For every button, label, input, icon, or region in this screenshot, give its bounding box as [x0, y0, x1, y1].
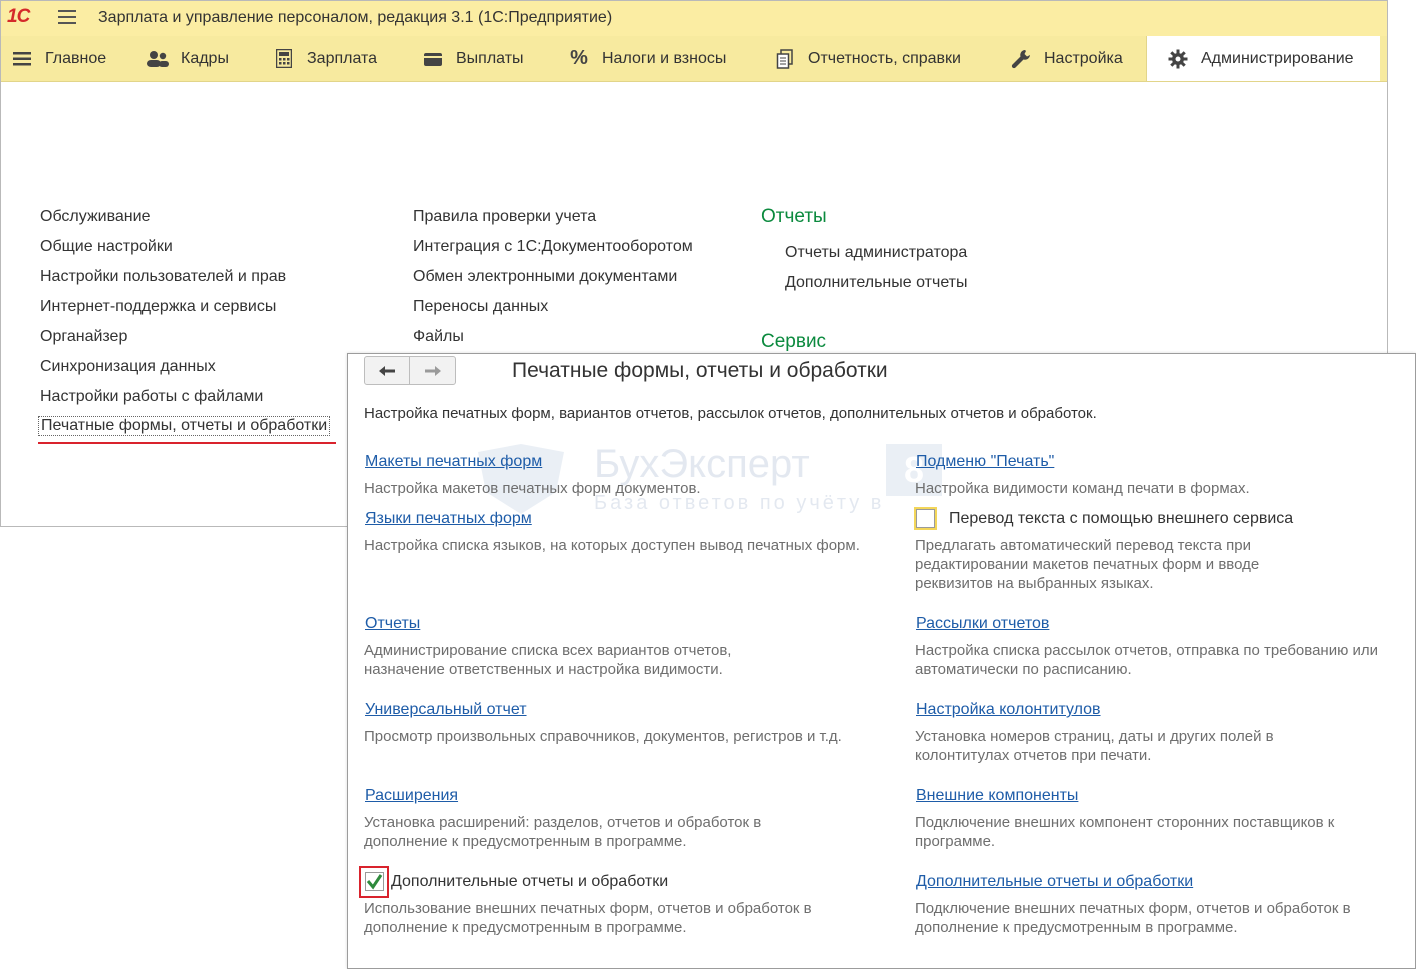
reports-heading: Отчеты — [761, 206, 827, 227]
link-general-settings[interactable]: Общие настройки — [40, 238, 173, 256]
forward-button[interactable] — [410, 357, 455, 384]
link-edi[interactable]: Обмен электронными документами — [413, 268, 677, 286]
wrench-icon — [1008, 49, 1034, 69]
wallet-icon — [420, 49, 446, 69]
section-label: Главное — [45, 49, 107, 67]
section-label: Отчетность, справки — [808, 49, 961, 67]
desc-headers-footers: Установка номеров страниц, даты и других… — [915, 728, 1274, 764]
section-label: Зарплата — [307, 49, 378, 67]
section-administration[interactable]: Администрирование — [1146, 36, 1380, 81]
link-maintenance[interactable]: Обслуживание — [40, 208, 150, 226]
section-salary[interactable]: Зарплата — [271, 36, 377, 81]
additional-reports-checkbox-label[interactable]: Дополнительные отчеты и обработки — [391, 873, 668, 891]
desc-universal-report: Просмотр произвольных справочников, доку… — [364, 728, 842, 745]
desc-additional-reports-checkbox: Использование внешних печатных форм, отч… — [364, 900, 812, 936]
translation-service-checkbox[interactable] — [916, 509, 935, 528]
app-logo: 1С — [7, 6, 30, 27]
link-print-languages[interactable]: Языки печатных форм — [365, 510, 532, 528]
section-label: Выплаты — [456, 49, 524, 67]
section-settings[interactable]: Настройка — [1008, 36, 1123, 81]
title-bar: 1С Зарплата и управление персоналом, ред… — [1, 1, 1387, 36]
section-label: Настройка — [1044, 49, 1123, 67]
section-main[interactable]: Главное — [9, 36, 106, 81]
main-menu-icon[interactable] — [58, 10, 76, 25]
link-file-settings[interactable]: Настройки работы с файлами — [40, 388, 263, 406]
arrow-left-icon — [379, 365, 395, 376]
link-user-settings[interactable]: Настройки пользователей и прав — [40, 268, 286, 286]
app-title: Зарплата и управление персоналом, редакц… — [98, 9, 613, 26]
link-additional-reports[interactable]: Дополнительные отчеты — [785, 274, 968, 292]
link-docflow-integration[interactable]: Интеграция с 1С:Документооборотом — [413, 238, 693, 256]
link-external-components[interactable]: Внешние компоненты — [916, 787, 1078, 805]
percent-icon: % — [570, 47, 588, 69]
desc-translation-service: Предлагать автоматический перевод текста… — [915, 537, 1260, 592]
desc-external-components: Подключение внешних компонент сторонних … — [915, 814, 1335, 850]
link-report-mailings[interactable]: Рассылки отчетов — [916, 615, 1049, 633]
link-print-submenu[interactable]: Подменю "Печать" — [916, 453, 1054, 471]
section-label: Налоги и взносы — [602, 49, 727, 67]
section-reporting[interactable]: Отчетность, справки — [772, 36, 961, 81]
menu-lines-icon — [9, 49, 35, 69]
highlight-underline — [38, 442, 336, 444]
section-hr[interactable]: Кадры — [145, 36, 229, 81]
window-description: Настройка печатных форм, вариантов отчет… — [364, 405, 1097, 422]
link-universal-report[interactable]: Универсальный отчет — [365, 701, 527, 719]
documents-icon — [772, 48, 798, 69]
link-headers-footers[interactable]: Настройка колонтитулов — [916, 701, 1101, 719]
additional-reports-checkbox[interactable] — [365, 872, 384, 891]
desc-extensions: Установка расширений: разделов, отчетов … — [364, 814, 762, 850]
link-extensions[interactable]: Расширения — [365, 787, 458, 805]
calculator-icon — [271, 49, 297, 69]
people-icon — [145, 49, 171, 69]
desc-print-templates: Настройка макетов печатных форм документ… — [364, 480, 701, 497]
section-panel: Главное Кадры Зарплата Выплаты % Налоги … — [1, 36, 1387, 82]
section-label: Кадры — [181, 49, 229, 67]
desc-additional-reports-processing: Подключение внешних печатных форм, отчет… — [915, 900, 1351, 936]
link-accounting-check-rules[interactable]: Правила проверки учета — [413, 208, 596, 226]
desc-report-mailings: Настройка списка рассылок отчетов, отпра… — [915, 642, 1379, 678]
desc-print-submenu: Настройка видимости команд печати в форм… — [915, 480, 1250, 497]
link-print-forms-reports[interactable]: Печатные формы, отчеты и обработки — [38, 416, 331, 436]
link-data-transfers[interactable]: Переносы данных — [413, 298, 548, 316]
section-taxes[interactable]: % Налоги и взносы — [566, 36, 726, 81]
link-reports[interactable]: Отчеты — [365, 615, 420, 633]
service-heading: Сервис — [761, 331, 827, 352]
link-data-sync[interactable]: Синхронизация данных — [40, 358, 216, 376]
section-label: Администрирование — [1201, 49, 1354, 67]
translation-service-checkbox-label[interactable]: Перевод текста с помощью внешнего сервис… — [949, 510, 1293, 528]
gear-icon — [1165, 49, 1191, 69]
link-files[interactable]: Файлы — [413, 328, 464, 346]
link-internet-support[interactable]: Интернет-поддержка и сервисы — [40, 298, 276, 316]
link-admin-reports[interactable]: Отчеты администратора — [785, 244, 967, 262]
checkmark-icon — [366, 874, 383, 890]
desc-print-languages: Настройка списка языков, на которых дост… — [364, 537, 860, 554]
navigation-buttons — [364, 356, 456, 385]
link-organizer[interactable]: Органайзер — [40, 328, 127, 346]
back-button[interactable] — [365, 357, 410, 384]
link-print-templates[interactable]: Макеты печатных форм — [365, 453, 542, 471]
window-title: Печатные формы, отчеты и обработки — [512, 359, 888, 382]
section-payments[interactable]: Выплаты — [420, 36, 524, 81]
arrow-right-icon — [424, 365, 441, 376]
print-forms-window: Печатные формы, отчеты и обработки Настр… — [347, 353, 1416, 969]
desc-reports: Администрирование списка всех вариантов … — [364, 642, 732, 678]
link-additional-reports-processing[interactable]: Дополнительные отчеты и обработки — [916, 873, 1193, 891]
